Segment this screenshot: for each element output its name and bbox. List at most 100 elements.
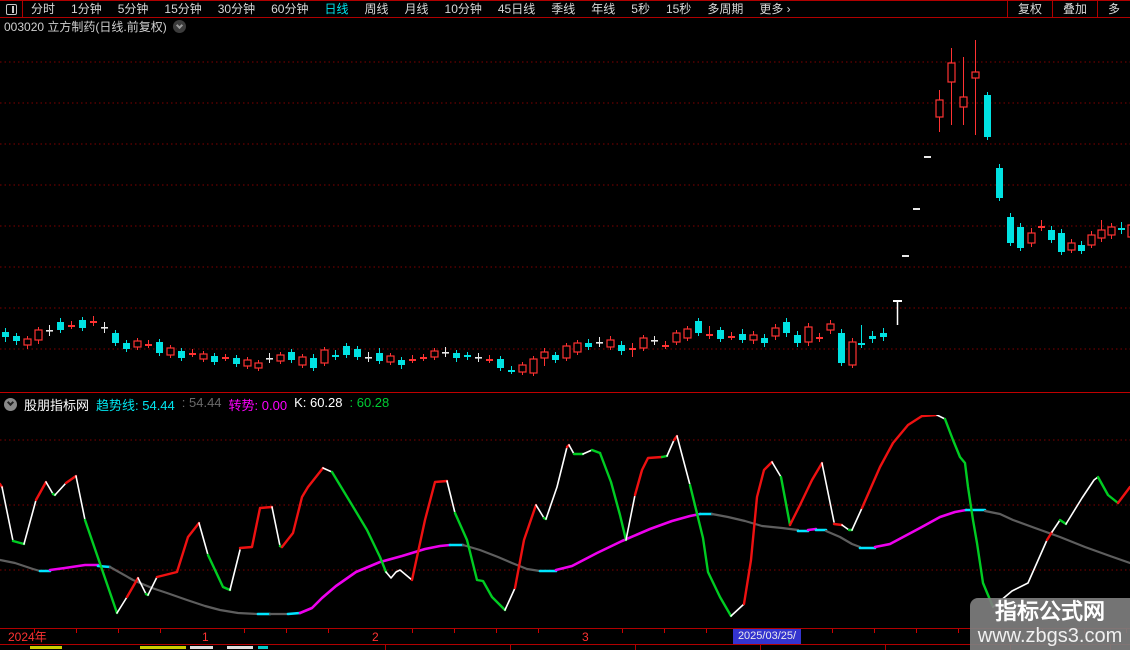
candle[interactable]: [816, 333, 823, 342]
candle[interactable]: [858, 325, 865, 348]
candle[interactable]: [178, 348, 185, 361]
candle[interactable]: [1017, 223, 1024, 251]
candle[interactable]: [2, 328, 9, 342]
candle[interactable]: [893, 300, 902, 325]
candle[interactable]: [749, 331, 758, 344]
candle[interactable]: [23, 336, 32, 349]
candle[interactable]: [486, 355, 493, 363]
candle[interactable]: [189, 349, 196, 357]
candle[interactable]: [1097, 220, 1106, 242]
candle[interactable]: [540, 348, 549, 366]
candle[interactable]: [771, 324, 780, 340]
candle[interactable]: [497, 356, 504, 371]
period-tab-1[interactable]: 1分钟: [63, 1, 110, 17]
candle[interactable]: [310, 354, 317, 371]
time-axis[interactable]: 2024年 1 2 3 2025/03/25/二: [0, 628, 1130, 650]
period-tab-12[interactable]: 年线: [583, 1, 623, 17]
candle[interactable]: [222, 354, 229, 361]
candle[interactable]: [902, 255, 909, 257]
toolbar-right-item-2[interactable]: 多: [1096, 1, 1130, 17]
candle[interactable]: [573, 340, 582, 355]
candle[interactable]: [618, 341, 625, 355]
period-tab-15[interactable]: 多周期: [699, 1, 751, 17]
candle[interactable]: [1087, 231, 1096, 248]
candle[interactable]: [971, 40, 980, 135]
candle[interactable]: [794, 331, 801, 347]
candle[interactable]: [420, 354, 427, 361]
title-chevron-down-icon[interactable]: [172, 20, 186, 33]
candle[interactable]: [826, 320, 835, 334]
candle[interactable]: [101, 322, 108, 333]
candle[interactable]: [354, 346, 361, 360]
candle[interactable]: [243, 357, 252, 369]
candle[interactable]: [639, 335, 648, 351]
candle[interactable]: [166, 345, 175, 358]
indicator-chevron-down-icon[interactable]: [4, 397, 17, 411]
candle[interactable]: [728, 332, 735, 340]
candle[interactable]: [79, 317, 86, 331]
candle[interactable]: [453, 350, 460, 362]
candle[interactable]: [984, 92, 991, 140]
candle[interactable]: [913, 208, 920, 210]
candle[interactable]: [386, 353, 395, 365]
candle[interactable]: [706, 326, 713, 339]
candle[interactable]: [672, 330, 681, 345]
candle[interactable]: [761, 334, 768, 347]
candle[interactable]: [880, 328, 887, 341]
candle[interactable]: [409, 355, 416, 363]
period-tab-7[interactable]: 周线: [356, 1, 396, 17]
candle[interactable]: [606, 336, 615, 350]
candle[interactable]: [365, 352, 372, 362]
toolbar-right-item-0[interactable]: 复权: [1006, 1, 1052, 17]
candle[interactable]: [924, 156, 931, 158]
candle[interactable]: [683, 326, 692, 341]
candle[interactable]: [651, 336, 658, 345]
candle[interactable]: [442, 347, 449, 357]
candle[interactable]: [662, 341, 669, 349]
candle[interactable]: [562, 343, 571, 361]
candle[interactable]: [398, 357, 405, 369]
period-tab-2[interactable]: 5分钟: [110, 1, 157, 17]
period-tab-6[interactable]: 日线: [316, 1, 356, 17]
period-tab-5[interactable]: 60分钟: [263, 1, 316, 17]
candle[interactable]: [123, 340, 130, 352]
candle[interactable]: [959, 57, 968, 125]
candle[interactable]: [848, 338, 857, 368]
candle[interactable]: [211, 353, 218, 365]
candle[interactable]: [869, 331, 876, 343]
candle[interactable]: [145, 340, 152, 348]
candle[interactable]: [133, 338, 142, 350]
candle[interactable]: [838, 329, 845, 366]
candle[interactable]: [783, 318, 790, 337]
candle[interactable]: [332, 350, 339, 360]
indicator-chart[interactable]: [0, 415, 1130, 628]
candle[interactable]: [1118, 222, 1125, 234]
candle[interactable]: [266, 353, 273, 363]
candle[interactable]: [518, 362, 527, 375]
candle[interactable]: [46, 325, 53, 336]
candle[interactable]: [508, 366, 515, 374]
candle[interactable]: [34, 327, 43, 344]
candle[interactable]: [739, 329, 746, 343]
candle[interactable]: [57, 318, 64, 333]
candle[interactable]: [199, 351, 208, 362]
candle[interactable]: [804, 323, 813, 346]
candle[interactable]: [1058, 229, 1065, 255]
candle[interactable]: [1048, 226, 1055, 243]
candlestick-chart[interactable]: [0, 35, 1130, 392]
period-tab-16[interactable]: 更多 ›: [751, 1, 798, 17]
candle[interactable]: [552, 352, 559, 363]
candle[interactable]: [996, 164, 1003, 201]
candle[interactable]: [233, 355, 240, 367]
candle[interactable]: [343, 343, 350, 358]
candle[interactable]: [254, 360, 263, 371]
candle[interactable]: [1078, 241, 1085, 254]
candle[interactable]: [629, 343, 636, 357]
candle[interactable]: [529, 356, 538, 376]
period-tab-10[interactable]: 45日线: [490, 1, 543, 17]
candle[interactable]: [320, 347, 329, 366]
period-tab-4[interactable]: 30分钟: [210, 1, 263, 17]
candle[interactable]: [1007, 213, 1014, 246]
candle[interactable]: [464, 352, 471, 360]
candle[interactable]: [90, 316, 97, 326]
